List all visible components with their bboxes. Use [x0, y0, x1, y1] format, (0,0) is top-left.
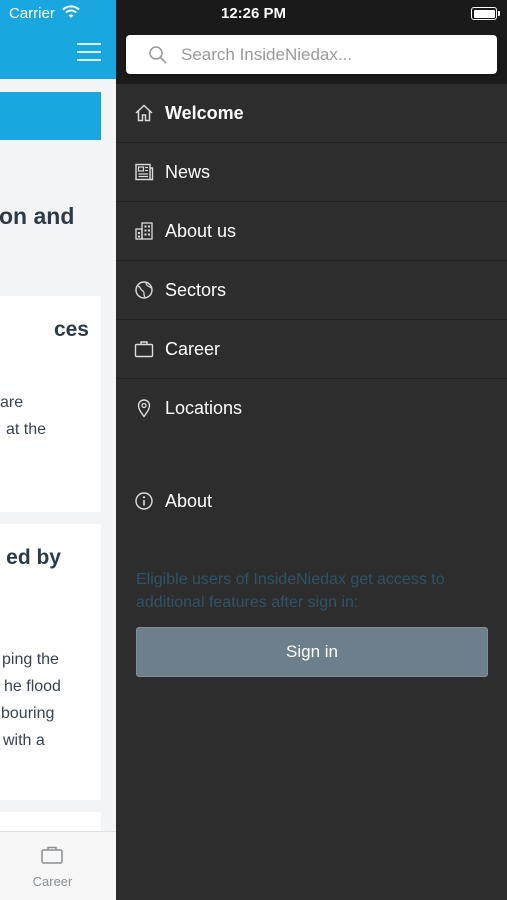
- home-icon: [134, 103, 154, 123]
- hero-banner: [0, 92, 101, 140]
- tab-bar: Career: [0, 831, 116, 900]
- menu-label: News: [165, 162, 211, 182]
- briefcase-icon: [134, 339, 154, 359]
- menu-item-career[interactable]: Career: [116, 320, 507, 379]
- card-text-line: ping the: [2, 651, 59, 668]
- card-text-line: are: [0, 394, 24, 411]
- menu-item-welcome[interactable]: Welcome: [116, 84, 507, 143]
- news-card[interactable]: ces are at the: [0, 296, 101, 512]
- card-text-line: with a: [3, 732, 45, 749]
- hamburger-menu-icon[interactable]: [77, 43, 101, 67]
- menu-item-about-us[interactable]: About us: [116, 202, 507, 261]
- wifi-icon: [62, 5, 80, 24]
- briefcase-icon[interactable]: [41, 846, 63, 869]
- search-icon: [148, 45, 168, 70]
- card-text-line: bouring: [1, 705, 55, 722]
- info-icon: [134, 491, 154, 516]
- sign-in-button[interactable]: Sign in: [136, 627, 488, 677]
- menu-label: Sectors: [165, 280, 227, 300]
- side-drawer: Search InsideNiedax... Welcome News Abou…: [116, 0, 507, 900]
- menu-item-sectors[interactable]: Sectors: [116, 261, 507, 320]
- clock-time: 12:26 PM: [221, 5, 287, 22]
- news-card[interactable]: ed by ping the he flood bouring with a: [0, 524, 101, 800]
- globe-icon: [134, 280, 154, 300]
- buildings-icon: [134, 221, 154, 241]
- status-bar: Carrier 12:26 PM: [0, 0, 507, 28]
- background-app: on and ces are at the ed by ping the he …: [0, 0, 116, 900]
- menu-label: Welcome: [165, 103, 244, 123]
- menu-label: About: [165, 491, 213, 511]
- card-title: ed by: [6, 546, 61, 569]
- newspaper-icon: [134, 162, 154, 182]
- menu-label: About us: [165, 221, 237, 241]
- search-placeholder: Search InsideNiedax...: [181, 45, 353, 64]
- drawer-menu: Welcome News About us Sectors Career Loc…: [116, 84, 507, 437]
- menu-item-news[interactable]: News: [116, 143, 507, 202]
- battery-icon: [471, 7, 500, 20]
- card-text-line: at the: [6, 421, 47, 438]
- map-pin-icon: [134, 398, 154, 418]
- carrier-label: Carrier: [9, 5, 55, 22]
- page-headline: on and: [0, 203, 75, 229]
- menu-item-about[interactable]: About: [116, 482, 507, 522]
- menu-label: Career: [165, 339, 221, 359]
- signin-info-text: Eligible users of InsideNiedax get acces…: [136, 571, 445, 611]
- card-title: ces: [53, 318, 89, 341]
- card-text-line: he flood: [4, 678, 61, 695]
- menu-label: Locations: [165, 398, 243, 418]
- menu-item-locations[interactable]: Locations: [116, 379, 507, 437]
- search-input[interactable]: Search InsideNiedax...: [126, 35, 497, 74]
- tab-career-label[interactable]: Career: [0, 874, 105, 889]
